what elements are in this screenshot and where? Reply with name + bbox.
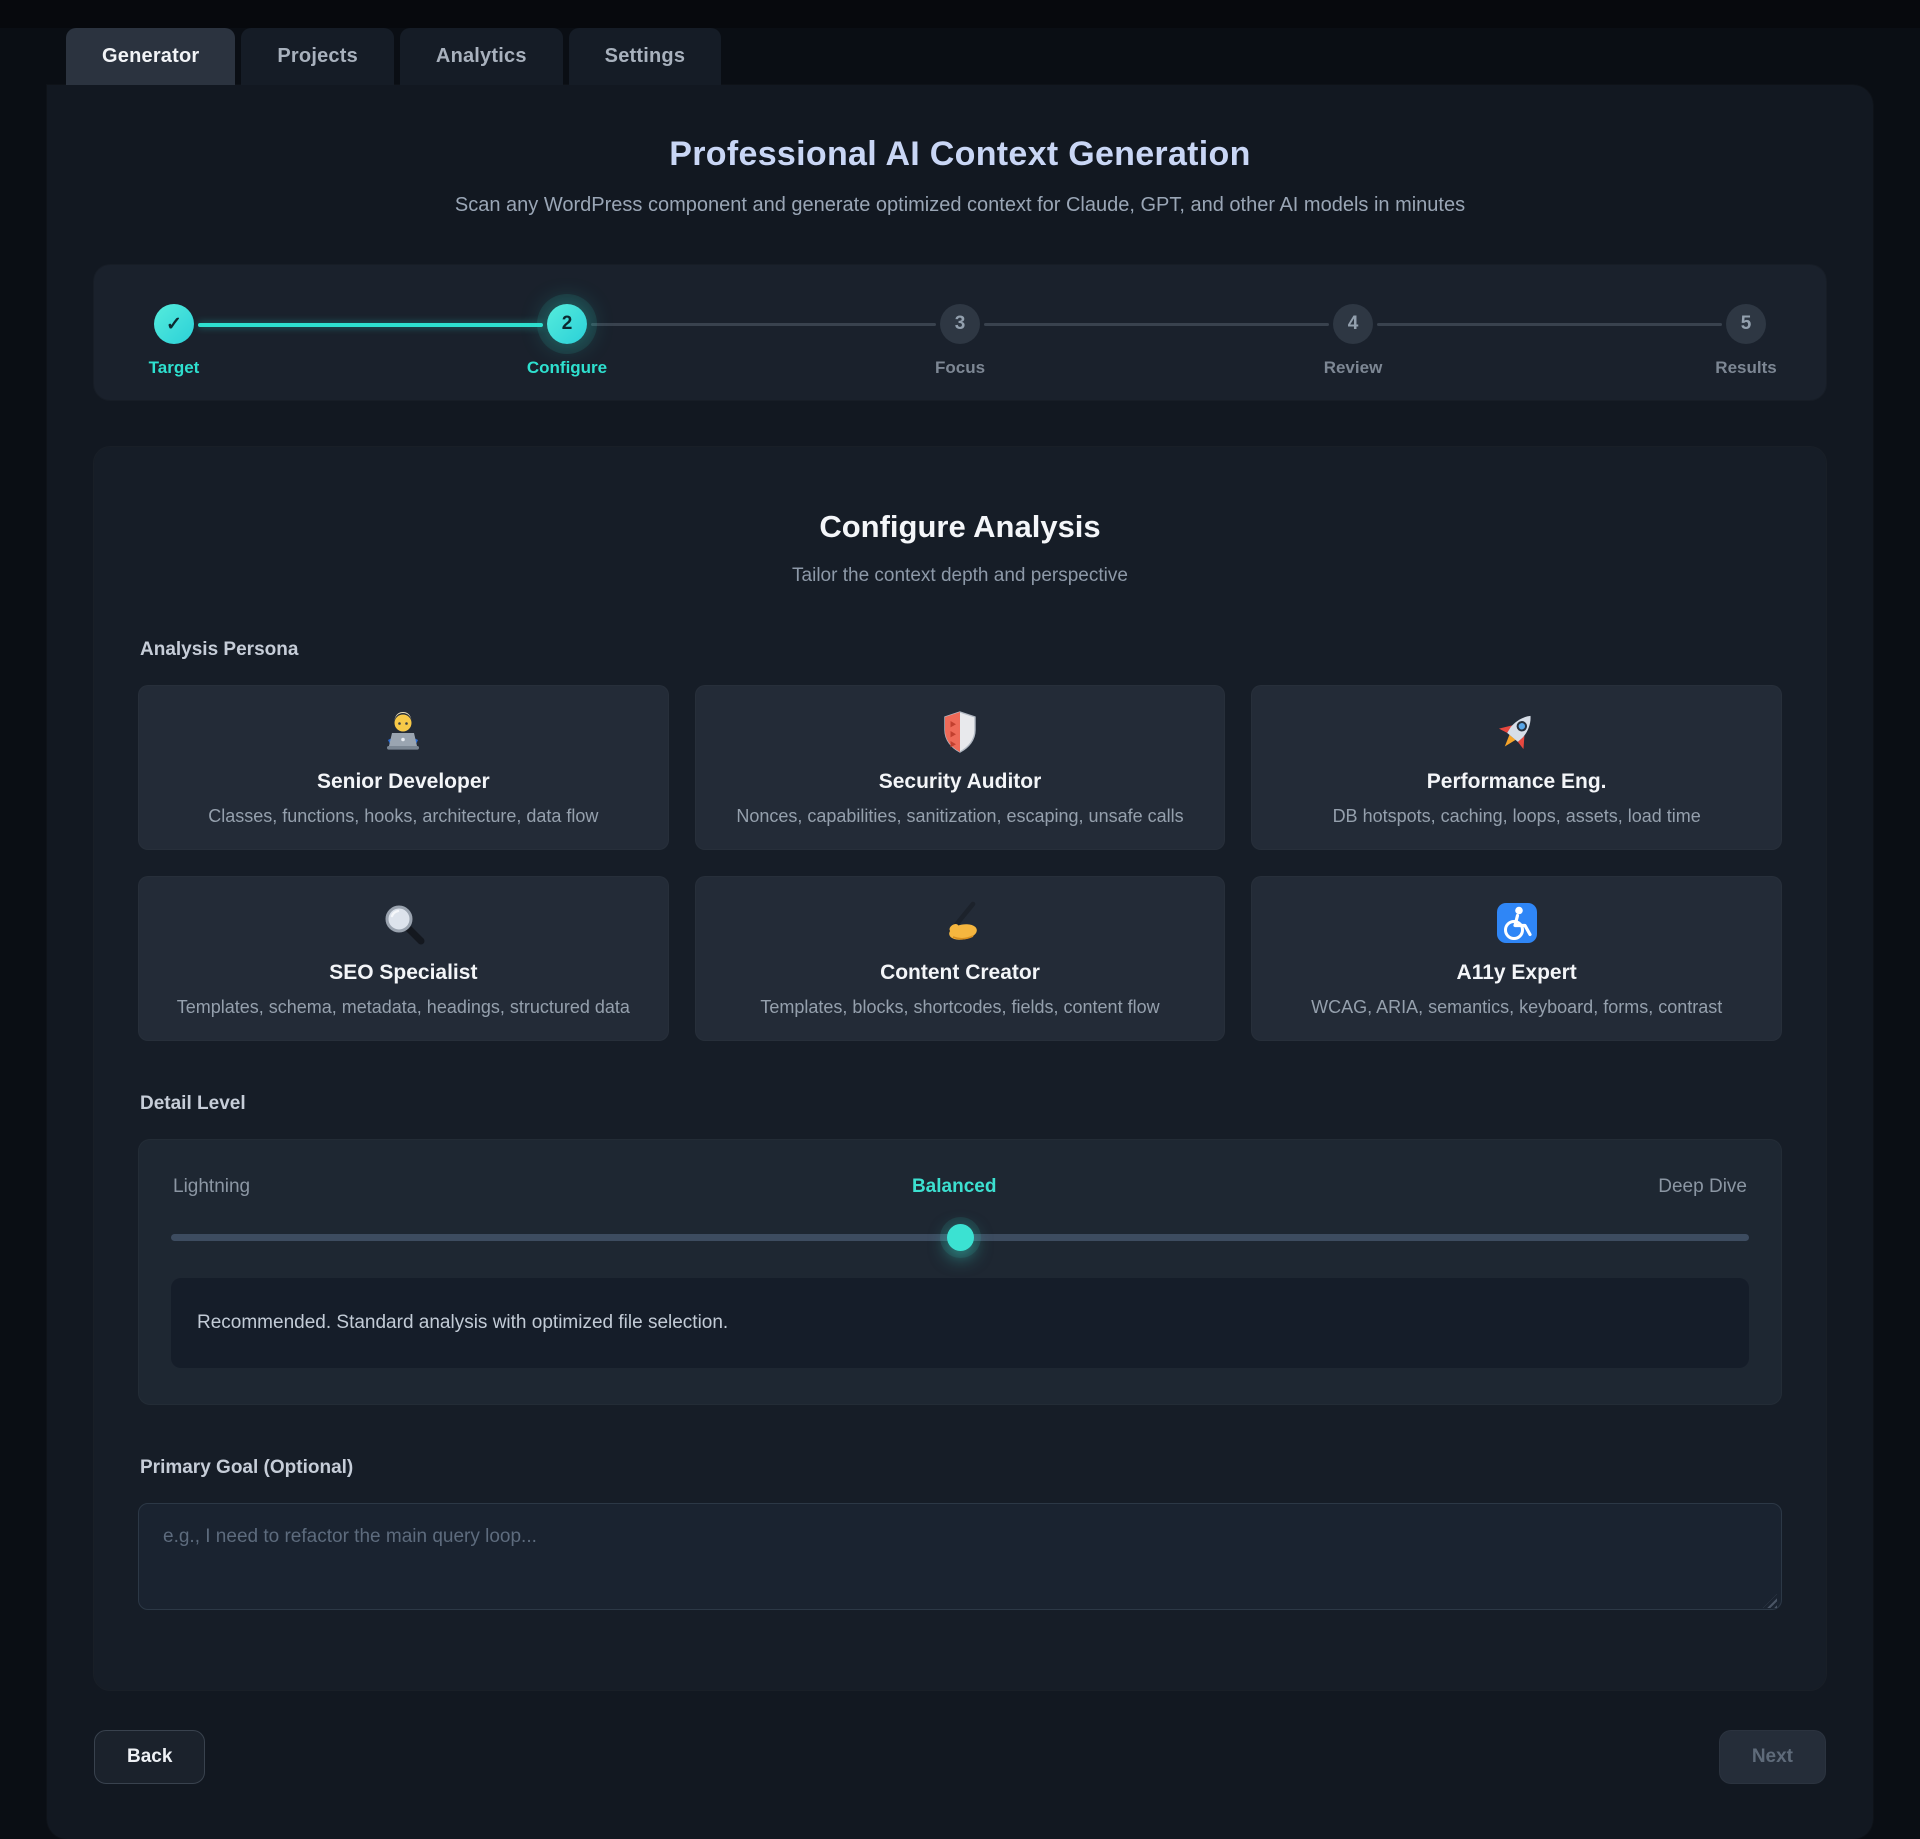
persona-title: Content Creator — [880, 961, 1040, 985]
step-number: 5 — [1726, 304, 1766, 344]
step-number: 2 — [547, 304, 587, 344]
stepper-connector — [198, 323, 543, 327]
step-label: Configure — [527, 358, 607, 378]
persona-card-performance-eng[interactable]: Performance Eng. DB hotspots, caching, l… — [1251, 685, 1782, 850]
stepper-connector — [591, 323, 936, 326]
persona-card-seo-specialist[interactable]: SEO Specialist Templates, schema, metada… — [138, 876, 669, 1041]
technologist-icon — [379, 708, 427, 756]
step-number: 3 — [940, 304, 980, 344]
top-strip — [0, 0, 1920, 28]
detail-level-slider-thumb[interactable] — [947, 1224, 974, 1251]
tab-bar: Generator Projects Analytics Settings — [66, 28, 1920, 85]
detail-level-options: Lightning Balanced Deep Dive — [171, 1170, 1749, 1198]
persona-desc: WCAG, ARIA, semantics, keyboard, forms, … — [1311, 997, 1722, 1018]
step-results[interactable]: 5 Results — [1722, 304, 1770, 344]
writing-hand-icon — [936, 899, 984, 947]
primary-goal-wrap — [138, 1503, 1782, 1615]
shield-icon — [936, 708, 984, 756]
stepper-connector — [984, 323, 1329, 326]
stepper-connector — [1377, 323, 1722, 326]
step-configure[interactable]: 2 Configure — [543, 304, 591, 344]
tab-projects[interactable]: Projects — [241, 28, 394, 85]
persona-card-security-auditor[interactable]: Security Auditor Nonces, capabilities, s… — [695, 685, 1226, 850]
detail-level-panel: Lightning Balanced Deep Dive Recommended… — [138, 1139, 1782, 1405]
step-focus[interactable]: 3 Focus — [936, 304, 984, 344]
rocket-icon — [1493, 708, 1541, 756]
tab-analytics[interactable]: Analytics — [400, 28, 563, 85]
persona-card-senior-developer[interactable]: Senior Developer Classes, functions, hoo… — [138, 685, 669, 850]
wizard-footer: Back Next — [94, 1730, 1826, 1839]
page-title: Professional AI Context Generation — [47, 135, 1873, 174]
persona-card-content-creator[interactable]: Content Creator Templates, blocks, short… — [695, 876, 1226, 1041]
panel-subtitle: Tailor the context depth and perspective — [138, 565, 1782, 587]
persona-desc: DB hotspots, caching, loops, assets, loa… — [1333, 806, 1701, 827]
back-button[interactable]: Back — [94, 1730, 205, 1784]
panel-title: Configure Analysis — [138, 509, 1782, 545]
persona-desc: Nonces, capabilities, sanitization, esca… — [736, 806, 1183, 827]
persona-title: Security Auditor — [879, 770, 1042, 794]
tab-generator[interactable]: Generator — [66, 28, 235, 85]
step-label: Target — [149, 358, 200, 378]
step-label: Focus — [935, 358, 985, 378]
primary-goal-input[interactable] — [138, 1503, 1782, 1610]
wheelchair-icon — [1493, 899, 1541, 947]
step-target[interactable]: ✓ Target — [150, 304, 198, 344]
tab-settings[interactable]: Settings — [569, 28, 722, 85]
magnifying-glass-icon — [379, 899, 427, 947]
persona-desc: Classes, functions, hooks, architecture,… — [208, 806, 598, 827]
persona-title: Performance Eng. — [1427, 770, 1607, 794]
persona-grid: Senior Developer Classes, functions, hoo… — [138, 685, 1782, 1041]
configure-analysis-panel: Configure Analysis Tailor the context de… — [94, 447, 1826, 1690]
step-check-icon: ✓ — [154, 304, 194, 344]
next-button[interactable]: Next — [1719, 1730, 1826, 1784]
persona-title: Senior Developer — [317, 770, 490, 794]
step-number: 4 — [1333, 304, 1373, 344]
level-lightning[interactable]: Lightning — [173, 1176, 250, 1198]
level-deep-dive[interactable]: Deep Dive — [1658, 1176, 1747, 1198]
primary-goal-label: Primary Goal (Optional) — [140, 1457, 1780, 1479]
step-label: Review — [1324, 358, 1383, 378]
persona-title: A11y Expert — [1457, 961, 1577, 985]
main-panel: Professional AI Context Generation Scan … — [47, 85, 1873, 1839]
persona-title: SEO Specialist — [329, 961, 477, 985]
persona-desc: Templates, schema, metadata, headings, s… — [177, 997, 630, 1018]
level-balanced[interactable]: Balanced — [912, 1176, 996, 1198]
step-label: Results — [1715, 358, 1776, 378]
stepper: ✓ Target 2 Configure 3 Focus 4 Review 5 … — [94, 265, 1826, 400]
detail-level-label: Detail Level — [140, 1093, 1780, 1115]
detail-level-slider[interactable] — [171, 1222, 1749, 1252]
detail-level-description: Recommended. Standard analysis with opti… — [171, 1278, 1749, 1368]
step-review[interactable]: 4 Review — [1329, 304, 1377, 344]
page-subtitle: Scan any WordPress component and generat… — [47, 194, 1873, 217]
analysis-persona-label: Analysis Persona — [140, 639, 1780, 661]
persona-card-a11y-expert[interactable]: A11y Expert WCAG, ARIA, semantics, keybo… — [1251, 876, 1782, 1041]
persona-desc: Templates, blocks, shortcodes, fields, c… — [760, 997, 1159, 1018]
